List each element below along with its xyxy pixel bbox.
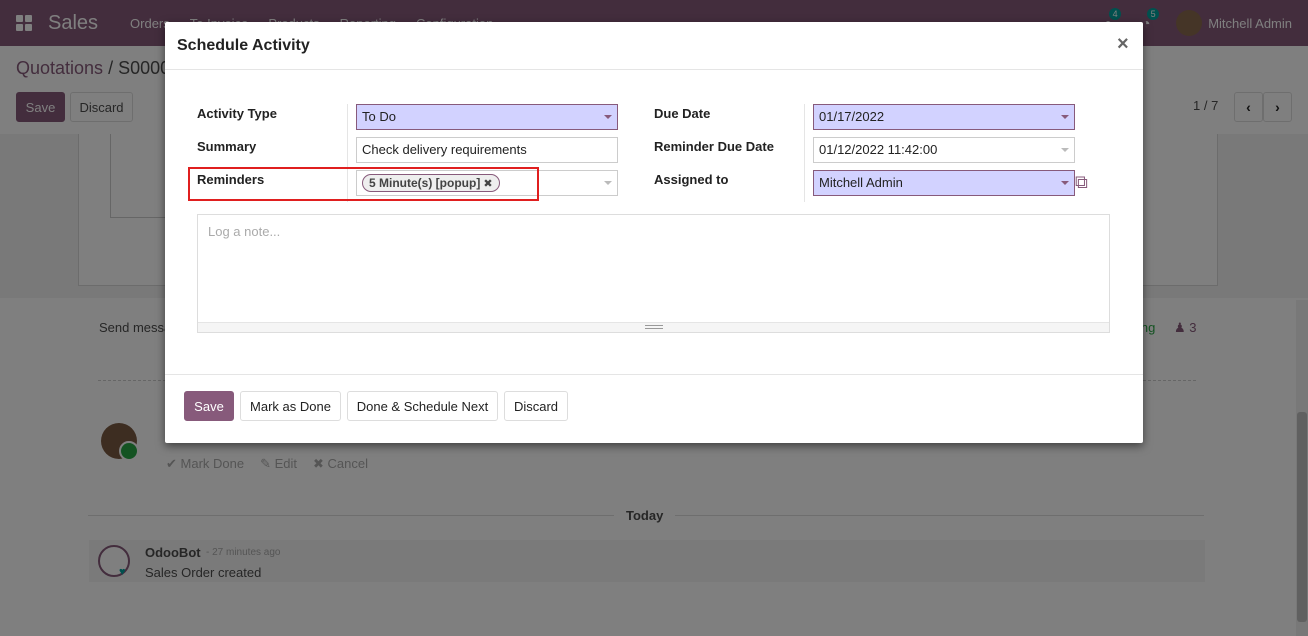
done-schedule-next-button[interactable]: Done & Schedule Next [347, 391, 498, 421]
chevron-down-icon [1061, 115, 1069, 119]
note-resize-handle[interactable] [198, 322, 1109, 332]
summary-label: Summary [197, 139, 257, 154]
right-column-separator [804, 104, 805, 202]
chevron-down-icon [1061, 181, 1069, 185]
reminder-due-date-label: Reminder Due Date [654, 139, 774, 154]
external-link-icon[interactable]: ⧉ [1075, 172, 1095, 192]
dialog-header: Schedule Activity × [165, 22, 1143, 70]
discard-button[interactable]: Discard [504, 391, 568, 421]
summary-value: Check delivery requirements [362, 142, 527, 157]
reminder-due-date-input[interactable]: 01/12/2022 11:42:00 [813, 137, 1075, 163]
note-placeholder: Log a note... [208, 224, 281, 239]
grip-icon [645, 325, 663, 329]
due-date-label: Due Date [654, 106, 711, 121]
assigned-to-value: Mitchell Admin [819, 175, 903, 190]
mark-as-done-button[interactable]: Mark as Done [240, 391, 341, 421]
save-button[interactable]: Save [184, 391, 234, 421]
summary-input[interactable]: Check delivery requirements [356, 137, 618, 163]
schedule-activity-dialog: Schedule Activity × Activity Type Summar… [165, 22, 1143, 443]
note-textarea[interactable]: Log a note... [197, 214, 1110, 333]
chevron-down-icon [604, 181, 612, 185]
dialog-footer: Save Mark as Done Done & Schedule Next D… [165, 374, 1143, 443]
chevron-down-icon [604, 115, 612, 119]
due-date-value: 01/17/2022 [819, 109, 885, 124]
assigned-to-label: Assigned to [654, 172, 729, 187]
activity-type-value: To Do [362, 109, 396, 124]
dialog-title: Schedule Activity [177, 37, 310, 54]
close-icon[interactable]: × [1117, 33, 1129, 56]
activity-type-select[interactable]: To Do [356, 104, 618, 130]
reminder-due-date-value: 01/12/2022 11:42:00 [819, 142, 938, 157]
assigned-to-select[interactable]: Mitchell Admin [813, 170, 1075, 196]
chevron-down-icon [1061, 148, 1069, 152]
activity-type-label: Activity Type [197, 106, 277, 121]
due-date-input[interactable]: 01/17/2022 [813, 104, 1075, 130]
reminders-highlight-box [188, 167, 539, 201]
